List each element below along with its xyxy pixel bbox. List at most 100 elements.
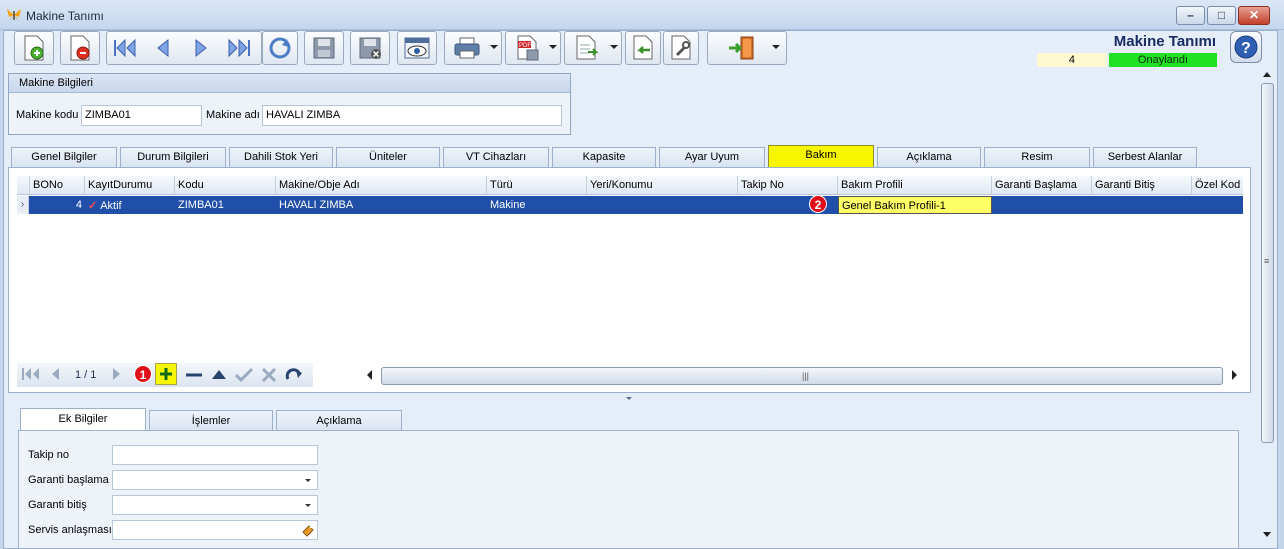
confirm-icon[interactable]: [235, 368, 253, 382]
column-kayit-durumu[interactable]: KayıtDurumu: [85, 176, 175, 195]
save-cancel-button[interactable]: [350, 31, 390, 65]
tab-uniteler[interactable]: Üniteler: [336, 147, 440, 167]
column-makine-adi[interactable]: Makine/Obje Adı: [276, 176, 487, 195]
tab-serbest-alanlar[interactable]: Serbest Alanlar: [1093, 147, 1197, 167]
tab-kapasite[interactable]: Kapasite: [552, 147, 656, 167]
grid-horizontal-scrollbar[interactable]: |||: [363, 365, 1241, 387]
cell-garanti-baslama[interactable]: [992, 196, 1092, 214]
tab-vt-cihazlari[interactable]: VT Cihazları: [443, 147, 549, 167]
tab-bakim[interactable]: Bakım: [768, 145, 874, 167]
tab-aciklama-bottom[interactable]: Açıklama: [276, 410, 402, 431]
tab-dahili-stok-yeri[interactable]: Dahili Stok Yeri: [229, 147, 333, 167]
maximize-button[interactable]: □: [1207, 6, 1236, 25]
row-indicator[interactable]: ›: [17, 196, 29, 214]
machine-info-title: Makine Bilgileri: [9, 74, 570, 93]
minus-icon[interactable]: [185, 368, 203, 382]
nav-first-icon[interactable]: [21, 367, 41, 381]
scroll-right-icon[interactable]: [1232, 370, 1237, 380]
close-icon: ✕: [1248, 8, 1260, 22]
preview-button[interactable]: [397, 31, 437, 65]
page-title: Makine Tanımı: [1113, 33, 1216, 50]
vertical-scrollbar[interactable]: ≡: [1259, 67, 1276, 545]
pdf-dropdown-icon[interactable]: [549, 45, 557, 49]
refresh-button[interactable]: [262, 31, 298, 65]
record-number: 4: [1037, 53, 1107, 67]
chevron-down-icon[interactable]: [305, 479, 311, 482]
tab-islemler[interactable]: İşlemler: [149, 410, 273, 431]
column-garanti-bitis[interactable]: Garanti Bitiş: [1092, 176, 1192, 195]
add-row-button[interactable]: [155, 363, 177, 385]
machine-code-input[interactable]: ZIMBA01: [81, 105, 202, 126]
scroll-down-icon[interactable]: [1263, 532, 1271, 537]
servis-anlasmasi-input[interactable]: [112, 520, 318, 540]
move-up-icon[interactable]: [211, 368, 227, 382]
tab-genel-bilgiler[interactable]: Genel Bilgiler: [11, 147, 117, 167]
exit-dropdown-icon[interactable]: [772, 45, 780, 49]
cell-ozel-kod[interactable]: [1192, 196, 1243, 214]
save-button[interactable]: [304, 31, 344, 65]
next-record-icon[interactable]: [191, 38, 211, 58]
cell-yeri-konumu[interactable]: [587, 196, 738, 214]
previous-record-icon[interactable]: [153, 38, 173, 58]
scroll-up-icon[interactable]: [1263, 72, 1271, 77]
import-button[interactable]: [625, 31, 661, 65]
cell-garanti-bitis[interactable]: [1092, 196, 1192, 214]
column-yeri-konumu[interactable]: Yeri/Konumu: [587, 176, 738, 195]
export-button[interactable]: [564, 31, 622, 65]
garanti-bitis-date[interactable]: [112, 495, 318, 515]
grid-header: BONo KayıtDurumu Kodu Makine/Obje Adı Tü…: [17, 176, 1243, 195]
tools-button[interactable]: [663, 31, 699, 65]
tab-ek-bilgiler[interactable]: Ek Bilgiler: [20, 408, 146, 431]
column-bono[interactable]: BONo: [30, 176, 85, 195]
tab-aciklama[interactable]: Açıklama: [877, 147, 981, 167]
vertical-scroll-thumb[interactable]: ≡: [1261, 83, 1274, 443]
refresh-icon: [269, 37, 291, 59]
cell-bakim-profili[interactable]: Genel Bakım Profili-1: [838, 196, 992, 214]
navigation-button-group: [106, 31, 262, 65]
new-button[interactable]: [14, 31, 54, 65]
export-dropdown-icon[interactable]: [610, 45, 618, 49]
export-icon: [576, 35, 599, 60]
takip-no-input[interactable]: [112, 445, 318, 465]
column-garanti-baslama[interactable]: Garanti Başlama: [992, 176, 1092, 195]
print-button[interactable]: [444, 31, 502, 65]
cell-makine-adi[interactable]: HAVALI ZIMBA: [276, 196, 487, 214]
chevron-down-icon[interactable]: [305, 504, 311, 507]
cell-turu[interactable]: Makine: [487, 196, 587, 214]
last-record-icon[interactable]: [225, 38, 253, 58]
minimize-button[interactable]: –: [1176, 6, 1205, 25]
scroll-thumb[interactable]: |||: [381, 367, 1223, 385]
nav-next-icon[interactable]: [111, 367, 123, 381]
first-record-icon[interactable]: [111, 38, 139, 58]
cell-kayit-durumu-text: Aktif: [100, 200, 122, 212]
print-dropdown-icon[interactable]: [490, 45, 498, 49]
grip-icon: ≡: [1264, 256, 1270, 266]
cell-kayit-durumu[interactable]: ✓ Aktif: [85, 196, 175, 214]
undo-icon[interactable]: [285, 368, 303, 382]
column-kodu[interactable]: Kodu: [175, 176, 276, 195]
pdf-export-button[interactable]: PDF: [505, 31, 561, 65]
print-icon: [454, 37, 480, 59]
window-title: Makine Tanımı: [26, 9, 104, 23]
garanti-baslama-date[interactable]: [112, 470, 318, 490]
machine-name-input[interactable]: HAVALI ZIMBA: [262, 105, 562, 126]
cancel-icon[interactable]: [261, 368, 277, 382]
cell-kodu[interactable]: ZIMBA01: [175, 196, 276, 214]
delete-button[interactable]: [60, 31, 100, 65]
nav-previous-icon[interactable]: [49, 367, 61, 381]
lookup-icon[interactable]: [301, 523, 315, 537]
tab-ayar-uyum[interactable]: Ayar Uyum: [659, 147, 765, 167]
tab-durum-bilgileri[interactable]: Durum Bilgileri: [120, 147, 226, 167]
tab-resim[interactable]: Resim: [984, 147, 1090, 167]
table-row[interactable]: 4 ✓ Aktif ZIMBA01 HAVALI ZIMBA Makine Gen…: [17, 196, 1243, 214]
exit-button[interactable]: [707, 31, 787, 65]
column-turu[interactable]: Türü: [487, 176, 587, 195]
panel-splitter[interactable]: [8, 395, 1251, 403]
scroll-left-icon[interactable]: [367, 370, 372, 380]
close-window-button[interactable]: ✕: [1238, 6, 1270, 25]
column-ozel-kod[interactable]: Özel Kod: [1192, 176, 1243, 195]
help-button[interactable]: ?: [1230, 31, 1262, 63]
column-bakim-profili[interactable]: Bakım Profili: [838, 176, 992, 195]
cell-bono[interactable]: 4: [30, 196, 85, 214]
column-takip-no[interactable]: Takip No: [738, 176, 838, 195]
